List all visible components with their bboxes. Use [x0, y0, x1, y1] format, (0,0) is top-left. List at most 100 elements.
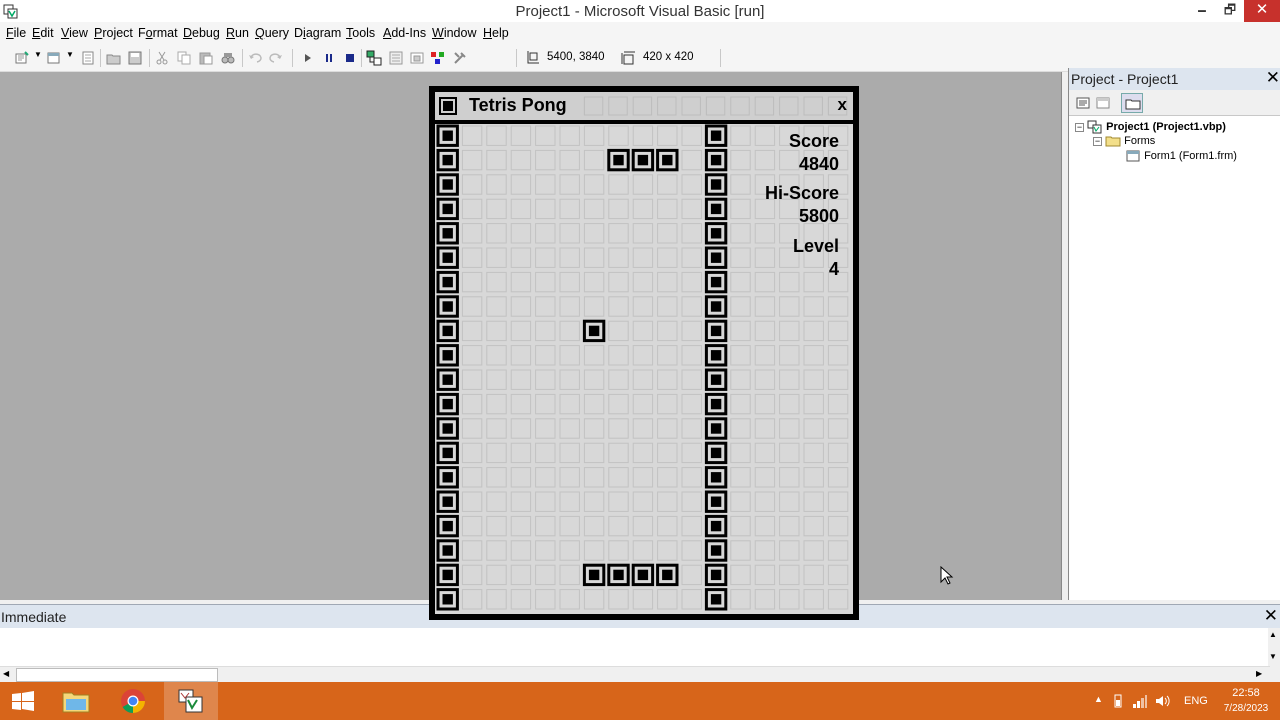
- menu-format[interactable]: Format: [138, 26, 178, 40]
- empty-cell: [754, 247, 776, 268]
- chrome-button[interactable]: [108, 682, 160, 720]
- empty-cell: [486, 369, 507, 390]
- find-icon[interactable]: [220, 50, 236, 66]
- empty-cell: [657, 442, 678, 464]
- view-object-icon[interactable]: [1095, 95, 1111, 111]
- power-icon[interactable]: [1110, 693, 1126, 709]
- empty-cell: [510, 223, 532, 244]
- empty-cell: [681, 345, 702, 366]
- network-icon[interactable]: [1132, 693, 1148, 709]
- file-explorer-button[interactable]: [50, 682, 102, 720]
- cut-icon[interactable]: [154, 50, 170, 66]
- empty-cell: [486, 467, 507, 488]
- empty-cell: [730, 515, 751, 537]
- collapse-icon[interactable]: −: [1093, 136, 1102, 146]
- object-browser-icon[interactable]: [430, 50, 446, 66]
- add-form-icon[interactable]: [46, 50, 62, 66]
- empty-cell: [754, 223, 776, 244]
- dropdown-arrow-icon[interactable]: ▼: [34, 50, 42, 59]
- menu-editor-icon[interactable]: [80, 50, 96, 66]
- menu-diagram[interactable]: Diagram: [294, 26, 341, 40]
- start-button[interactable]: [0, 682, 46, 720]
- empty-cell: [827, 442, 849, 464]
- show-hidden-icons-icon[interactable]: ▲: [1094, 694, 1103, 704]
- menu-query[interactable]: Query: [255, 26, 289, 40]
- empty-cell: [486, 564, 507, 586]
- tree-node-forms-folder[interactable]: − Forms: [1093, 135, 1155, 147]
- empty-cell: [730, 564, 751, 586]
- open-folder-icon[interactable]: [106, 50, 122, 66]
- empty-cell: [827, 345, 849, 366]
- game-close-button[interactable]: x: [838, 95, 847, 115]
- start-run-icon[interactable]: [300, 50, 316, 66]
- empty-cell: [510, 515, 532, 537]
- copy-icon[interactable]: [176, 50, 192, 66]
- redo-icon[interactable]: [268, 50, 284, 66]
- empty-cell: [559, 320, 580, 342]
- menu-file[interactable]: File: [6, 26, 26, 40]
- empty-cell: [608, 491, 629, 512]
- properties-window-icon[interactable]: [388, 50, 404, 66]
- menu-project[interactable]: Project: [94, 26, 133, 40]
- toolbox-icon[interactable]: [452, 50, 468, 66]
- undo-icon[interactable]: [247, 50, 263, 66]
- empty-cell: [461, 442, 483, 464]
- menu-debug[interactable]: Debug: [183, 26, 220, 40]
- game-board[interactable]: Score 4840 Hi-Score 5800 Level 4: [435, 124, 853, 614]
- clock-date[interactable]: 7/28/2023: [1216, 703, 1276, 714]
- language-indicator[interactable]: ENG: [1184, 695, 1208, 707]
- scroll-right-icon[interactable]: ▶: [1256, 669, 1262, 678]
- ball-block-core: [588, 325, 600, 337]
- menu-tools[interactable]: Tools: [346, 26, 375, 40]
- save-icon[interactable]: [127, 50, 143, 66]
- scroll-up-icon[interactable]: ▲: [1269, 630, 1277, 639]
- visual-basic-taskbar-button[interactable]: [164, 682, 218, 720]
- tree-node-project[interactable]: − Project1 (Project1.vbp): [1075, 120, 1226, 134]
- empty-cell: [657, 393, 678, 415]
- tree-node-form1[interactable]: Form1 (Form1.frm): [1125, 150, 1237, 162]
- end-stop-icon[interactable]: [342, 50, 358, 66]
- game-window-icon[interactable]: [439, 97, 457, 115]
- scroll-left-icon[interactable]: ◀: [3, 669, 9, 678]
- scroll-down-icon[interactable]: ▼: [1269, 652, 1277, 661]
- empty-cell: [583, 198, 605, 220]
- project-node-label: Project1 (Project1.vbp): [1106, 120, 1226, 133]
- immediate-close-button[interactable]: ✕: [1264, 606, 1278, 626]
- menu-addins[interactable]: Add-Ins: [383, 26, 426, 40]
- view-code-icon[interactable]: [1075, 95, 1091, 111]
- taskbar: ▲ ENG 22:58 7/28/2023: [0, 682, 1280, 720]
- empty-cell: [559, 467, 580, 488]
- empty-cell: [608, 369, 629, 390]
- immediate-horizontal-scrollbar[interactable]: ◀ ▶: [0, 666, 1270, 682]
- empty-cell: [681, 491, 702, 512]
- toggle-folders-button[interactable]: [1121, 93, 1143, 113]
- break-pause-icon[interactable]: [321, 50, 337, 66]
- dropdown-arrow-icon[interactable]: ▼: [66, 50, 74, 59]
- empty-cell: [803, 345, 824, 366]
- paste-icon[interactable]: [198, 50, 214, 66]
- scrollbar-thumb[interactable]: [16, 668, 218, 682]
- empty-cell: [608, 174, 629, 195]
- empty-cell: [779, 515, 800, 537]
- menu-window[interactable]: Window: [432, 26, 476, 40]
- restore-button[interactable]: 🗗: [1216, 0, 1244, 22]
- menu-help[interactable]: Help: [483, 26, 509, 40]
- empty-cell: [486, 247, 507, 268]
- project-explorer-icon[interactable]: [366, 50, 382, 66]
- menu-run[interactable]: Run: [226, 26, 249, 40]
- form-layout-icon[interactable]: [409, 50, 425, 66]
- clock-time[interactable]: 22:58: [1228, 687, 1264, 699]
- volume-icon[interactable]: [1154, 693, 1170, 709]
- left-wall-block-core: [442, 569, 453, 581]
- empty-cell: [657, 540, 678, 561]
- empty-cell: [583, 369, 605, 390]
- close-button[interactable]: ✕: [1244, 0, 1280, 22]
- minimize-button[interactable]: 🗕: [1188, 0, 1216, 22]
- add-project-icon[interactable]: [14, 50, 30, 66]
- collapse-icon[interactable]: −: [1075, 122, 1084, 132]
- project-explorer-close-button[interactable]: ✕: [1266, 68, 1280, 88]
- empty-cell: [461, 540, 483, 561]
- menu-edit[interactable]: Edit: [32, 26, 54, 40]
- menu-view[interactable]: View: [61, 26, 88, 40]
- immediate-text-area[interactable]: [0, 628, 1268, 666]
